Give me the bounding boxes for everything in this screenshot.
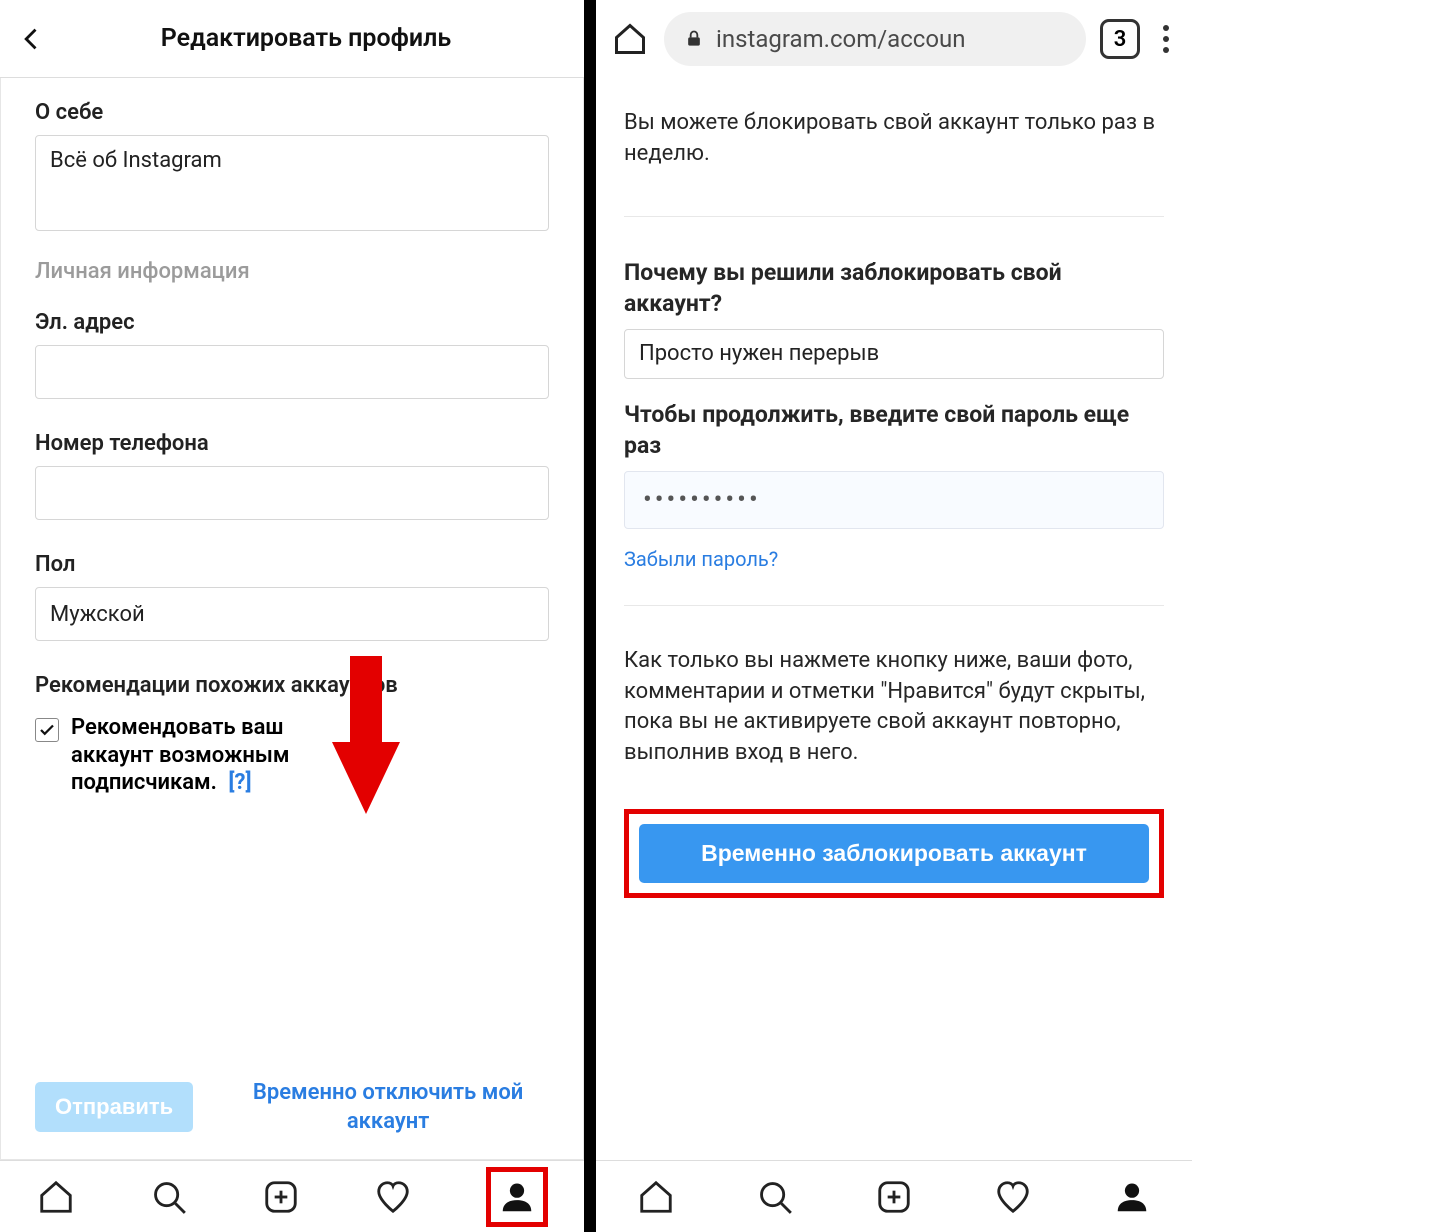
disable-account-link[interactable]: Временно отключить мой аккаунт	[227, 1078, 549, 1137]
personal-info-label: Личная информация	[35, 259, 549, 284]
home-icon[interactable]	[36, 1177, 76, 1217]
reason-select[interactable]: Просто нужен перерыв	[624, 329, 1164, 379]
reason-value: Просто нужен перерыв	[639, 341, 879, 366]
lock-icon	[684, 29, 704, 49]
home-icon[interactable]	[636, 1177, 676, 1217]
block-button-highlight: Временно заблокировать аккаунт	[624, 809, 1164, 898]
browser-bar: instagram.com/accoun 3	[596, 0, 1192, 78]
about-label: О себе	[35, 100, 549, 125]
left-body: О себе Личная информация Эл. адрес Номер…	[0, 78, 584, 1160]
gender-label: Пол	[35, 552, 549, 577]
divider	[624, 605, 1164, 606]
help-link[interactable]: [?]	[228, 770, 251, 795]
recommend-row: Рекомендовать ваш аккаунт возможным подп…	[35, 714, 549, 797]
block-frequency-notice: Вы можете блокировать свой аккаунт тольк…	[624, 108, 1164, 170]
right-body: Вы можете блокировать свой аккаунт тольк…	[596, 78, 1192, 1160]
new-post-icon[interactable]	[874, 1177, 914, 1217]
gender-field[interactable]	[35, 587, 549, 641]
left-header: Редактировать профиль	[0, 0, 584, 78]
recommend-text-label: Рекомендовать ваш аккаунт возможным подп…	[71, 715, 290, 795]
browser-home-icon[interactable]	[610, 19, 650, 59]
tabs-count: 3	[1114, 27, 1127, 52]
password-label: Чтобы продолжить, введите свой пароль ещ…	[624, 399, 1164, 461]
profile-icon[interactable]	[1112, 1177, 1152, 1217]
similar-accounts-label: Рекомендации похожих аккаунтов	[35, 673, 549, 698]
password-mask: ••••••••••	[643, 485, 761, 515]
bottom-row: Отправить Временно отключить мой аккаунт	[35, 1078, 549, 1137]
profile-icon[interactable]	[486, 1167, 548, 1227]
email-label: Эл. адрес	[35, 310, 549, 335]
divider	[624, 216, 1164, 217]
activity-icon[interactable]	[993, 1177, 1033, 1217]
bottom-nav-right	[596, 1160, 1192, 1232]
reason-label: Почему вы решили заблокировать свой акка…	[624, 257, 1164, 319]
recommend-text: Рекомендовать ваш аккаунт возможным подп…	[71, 714, 351, 797]
activity-icon[interactable]	[373, 1177, 413, 1217]
edit-profile-screen: Редактировать профиль О себе Личная инфо…	[0, 0, 596, 1232]
bottom-nav-left	[0, 1160, 584, 1232]
password-field[interactable]: ••••••••••	[624, 471, 1164, 529]
browser-menu-icon[interactable]	[1154, 19, 1178, 59]
recommend-checkbox[interactable]	[35, 718, 59, 742]
new-post-icon[interactable]	[261, 1177, 301, 1217]
search-icon[interactable]	[755, 1177, 795, 1217]
back-icon[interactable]	[18, 25, 46, 53]
submit-button[interactable]: Отправить	[35, 1082, 193, 1132]
email-field[interactable]	[35, 345, 549, 399]
url-bar[interactable]: instagram.com/accoun	[664, 12, 1086, 66]
tabs-badge[interactable]: 3	[1100, 19, 1140, 59]
url-text: instagram.com/accoun	[716, 25, 966, 53]
about-textarea[interactable]	[35, 135, 549, 231]
forgot-password-link[interactable]: Забыли пароль?	[624, 547, 1164, 571]
block-account-button[interactable]: Временно заблокировать аккаунт	[639, 824, 1149, 883]
page-title: Редактировать профиль	[46, 24, 566, 53]
phone-field[interactable]	[35, 466, 549, 520]
disable-account-screen: instagram.com/accoun 3 Вы можете блокиро…	[596, 0, 1192, 1232]
search-icon[interactable]	[149, 1177, 189, 1217]
consequence-text: Как только вы нажмете кнопку ниже, ваши …	[624, 646, 1164, 769]
phone-label: Номер телефона	[35, 431, 549, 456]
